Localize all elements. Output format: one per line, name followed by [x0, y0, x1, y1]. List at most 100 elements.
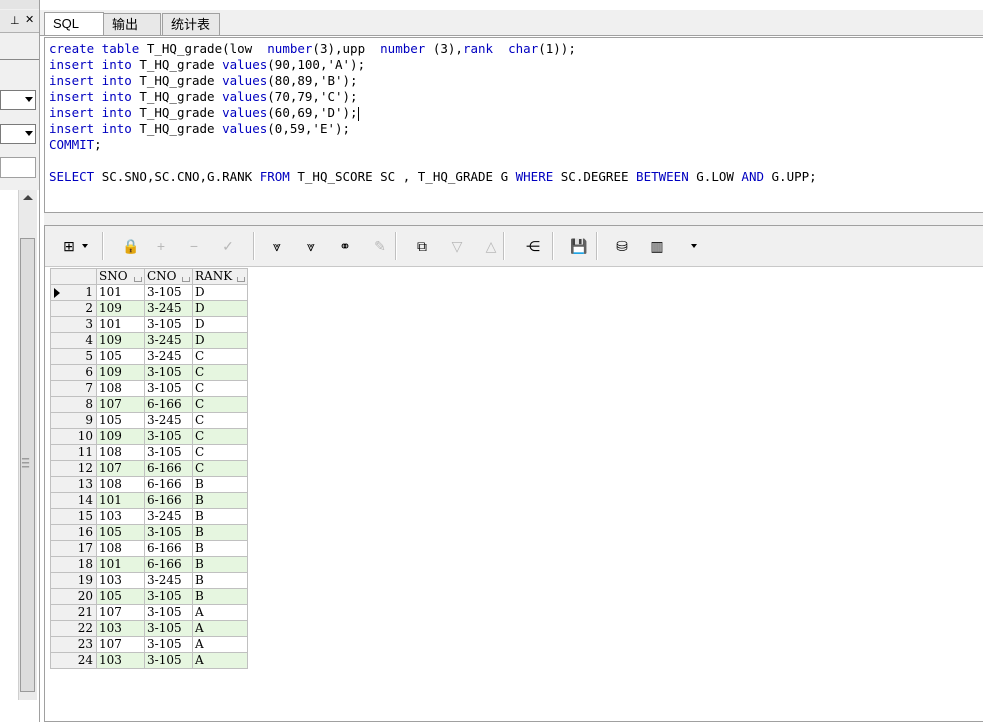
sort-asc-icon[interactable]: △	[481, 236, 501, 256]
grid-cell[interactable]: B	[192, 556, 248, 573]
grid-cell[interactable]: C	[192, 444, 248, 461]
post-changes-icon[interactable]: ✓	[218, 236, 238, 256]
table-row[interactable]: 11 108 3-105 C	[50, 444, 248, 461]
grid-cell[interactable]: 101	[96, 492, 145, 509]
grid-cell[interactable]: 6-166	[144, 476, 193, 493]
grid-cell[interactable]: 3-105	[144, 604, 193, 621]
column-header-cno[interactable]: CNO	[144, 268, 193, 285]
table-row[interactable]: 19 103 3-245 B	[50, 572, 248, 589]
table-row[interactable]: 7 108 3-105 C	[50, 380, 248, 397]
table-row[interactable]: 6 109 3-105 C	[50, 364, 248, 381]
code-line[interactable]: SELECT SC.SNO,SC.CNO,G.RANK FROM T_HQ_SC…	[49, 169, 817, 185]
object-type-dropdown[interactable]	[0, 90, 36, 110]
sort-desc-icon[interactable]: ▽	[447, 236, 467, 256]
grid-cell[interactable]: D	[192, 284, 248, 301]
grid-view-icon[interactable]: ⊞	[59, 236, 79, 256]
code-line[interactable]: insert into T_HQ_grade values(80,89,'B')…	[49, 73, 358, 89]
grid-cell[interactable]: 3-105	[144, 588, 193, 605]
row-number[interactable]: 15	[50, 508, 97, 525]
row-number[interactable]: 13	[50, 476, 97, 493]
code-line[interactable]: insert into T_HQ_grade values(70,79,'C')…	[49, 89, 358, 105]
query-by-example-icon[interactable]: ⧉	[412, 236, 432, 256]
grid-cell[interactable]: 3-105	[144, 444, 193, 461]
code-line[interactable]: create table T_HQ_grade(low number(3),up…	[49, 41, 576, 57]
grid-cell[interactable]: C	[192, 428, 248, 445]
grid-cell[interactable]: 109	[96, 428, 145, 445]
tab-output[interactable]: 输出	[103, 13, 161, 35]
grid-cell[interactable]: 3-105	[144, 636, 193, 653]
lock-icon[interactable]: 🔒	[121, 236, 141, 256]
table-row[interactable]: 1 101 3-105 D	[50, 284, 248, 301]
grid-cell[interactable]: 103	[96, 620, 145, 637]
grid-cell[interactable]: 105	[96, 524, 145, 541]
grid-cell[interactable]: 6-166	[144, 492, 193, 509]
grid-cell[interactable]: 103	[96, 508, 145, 525]
grid-cell[interactable]: 105	[96, 588, 145, 605]
table-row[interactable]: 15 103 3-245 B	[50, 508, 248, 525]
grid-cell[interactable]: C	[192, 364, 248, 381]
grid-cell[interactable]: 108	[96, 476, 145, 493]
row-number[interactable]: 11	[50, 444, 97, 461]
grid-cell[interactable]: 101	[96, 316, 145, 333]
table-row[interactable]: 13 108 6-166 B	[50, 476, 248, 493]
table-row[interactable]: 2 109 3-245 D	[50, 300, 248, 317]
grid-cell[interactable]: 3-245	[144, 572, 193, 589]
row-number[interactable]: 5	[50, 348, 97, 365]
delete-record-icon[interactable]: −	[184, 236, 204, 256]
grid-cell[interactable]: 108	[96, 540, 145, 557]
grid-cell[interactable]: A	[192, 652, 248, 669]
add-record-icon[interactable]: +	[151, 236, 171, 256]
row-number[interactable]: 14	[50, 492, 97, 509]
grid-cell[interactable]: B	[192, 508, 248, 525]
grid-cell[interactable]: 3-105	[144, 428, 193, 445]
grid-cell[interactable]: B	[192, 588, 248, 605]
grid-cell[interactable]: 3-105	[144, 652, 193, 669]
pin-icon[interactable]: ⊥	[10, 14, 20, 27]
grid-cell[interactable]: C	[192, 380, 248, 397]
row-number[interactable]: 2	[50, 300, 97, 317]
find-binoculars-icon[interactable]: ⚭	[335, 236, 355, 256]
row-number[interactable]: 24	[50, 652, 97, 669]
grid-cell[interactable]: C	[192, 460, 248, 477]
grid-cell[interactable]: 109	[96, 300, 145, 317]
table-row[interactable]: 3 101 3-105 D	[50, 316, 248, 333]
code-line[interactable]: insert into T_HQ_grade values(0,59,'E');	[49, 121, 350, 137]
sort-indicator-icon[interactable]	[182, 277, 190, 282]
table-row[interactable]: 9 105 3-245 C	[50, 412, 248, 429]
pane-splitter[interactable]	[44, 213, 983, 225]
code-line[interactable]: COMMIT;	[49, 137, 102, 153]
grid-cell[interactable]: C	[192, 412, 248, 429]
grid-cell[interactable]: 109	[96, 364, 145, 381]
grid-cell[interactable]: B	[192, 476, 248, 493]
grid-cell[interactable]: 101	[96, 284, 145, 301]
grid-cell[interactable]: D	[192, 316, 248, 333]
database-icon[interactable]: ⛁	[612, 236, 632, 256]
grid-cell[interactable]: 3-105	[144, 284, 193, 301]
table-row[interactable]: 8 107 6-166 C	[50, 396, 248, 413]
scroll-up-icon[interactable]	[23, 195, 33, 200]
row-number[interactable]: 10	[50, 428, 97, 445]
grid-cell[interactable]: 109	[96, 332, 145, 349]
row-number[interactable]: 1	[50, 284, 97, 301]
tab-sql[interactable]: SQL	[44, 12, 104, 36]
table-row[interactable]: 16 105 3-105 B	[50, 524, 248, 541]
sort-indicator-icon[interactable]	[134, 277, 142, 282]
table-row[interactable]: 5 105 3-245 C	[50, 348, 248, 365]
grid-cell[interactable]: 107	[96, 460, 145, 477]
grid-cell[interactable]: 105	[96, 412, 145, 429]
grid-cell[interactable]: 3-245	[144, 412, 193, 429]
grid-cell[interactable]: A	[192, 604, 248, 621]
grid-cell[interactable]: 6-166	[144, 396, 193, 413]
grid-cell[interactable]: 3-245	[144, 332, 193, 349]
row-number[interactable]: 17	[50, 540, 97, 557]
table-row[interactable]: 24 103 3-105 A	[50, 652, 248, 669]
row-number[interactable]: 12	[50, 460, 97, 477]
chart-icon[interactable]: ▥	[647, 236, 667, 256]
sql-editor[interactable]: create table T_HQ_grade(low number(3),up…	[44, 37, 983, 213]
grid-cell[interactable]: 3-105	[144, 380, 193, 397]
object-filter-input[interactable]	[0, 157, 36, 178]
row-number[interactable]: 9	[50, 412, 97, 429]
owner-dropdown[interactable]	[0, 124, 36, 144]
grid-cell[interactable]: B	[192, 524, 248, 541]
row-number[interactable]: 18	[50, 556, 97, 573]
